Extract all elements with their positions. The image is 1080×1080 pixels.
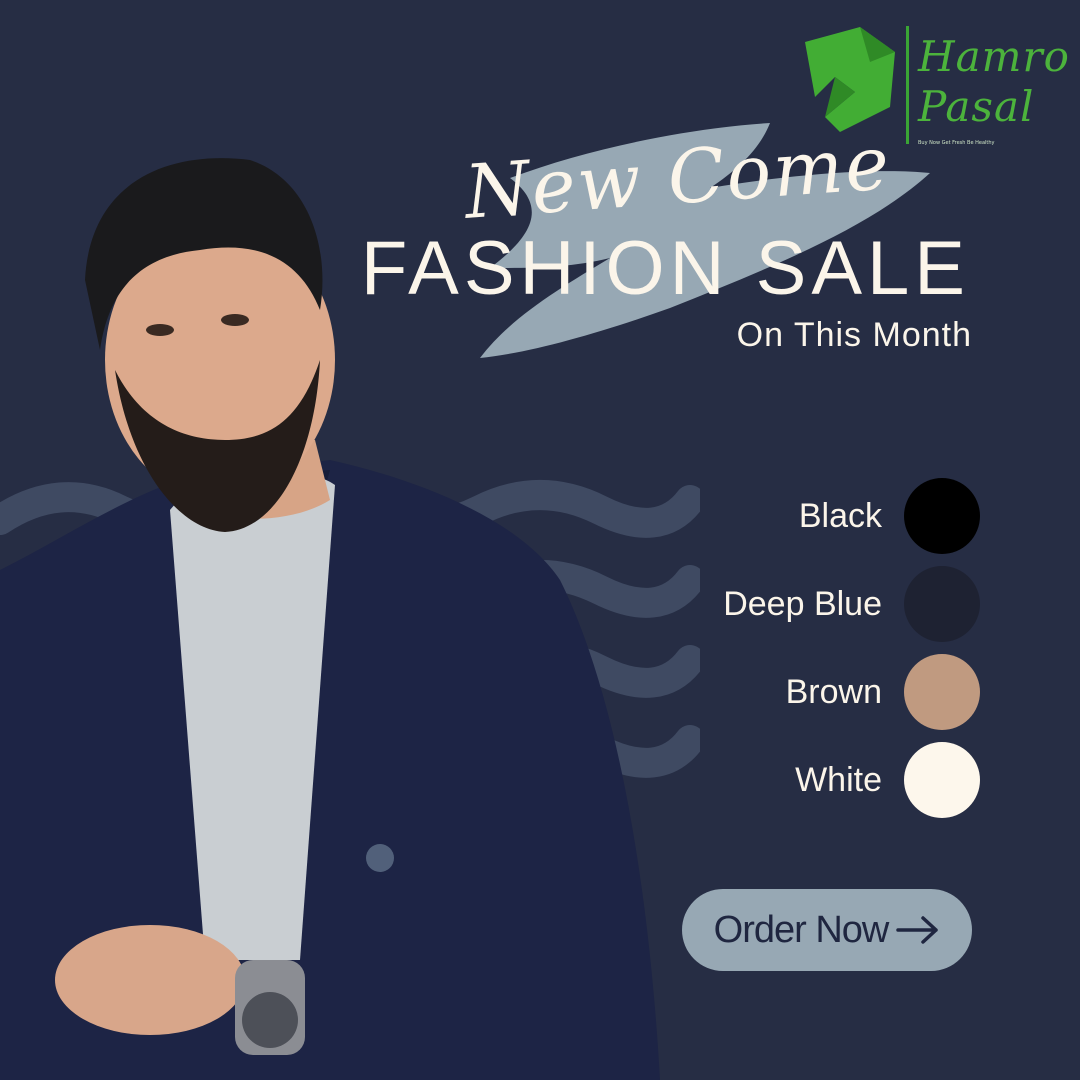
color-swatch [904,566,980,642]
subline: On This Month [736,316,972,354]
order-now-button[interactable]: Order Now [682,889,972,971]
order-now-label: Order Now [713,908,890,951]
headline: FASHION SALE [360,226,970,311]
color-label: White [795,760,882,799]
color-label: Deep Blue [723,584,882,623]
color-option-brown: Brown [640,654,980,730]
arrow-right-icon [896,916,939,944]
color-swatch [904,654,980,730]
color-swatch [904,478,980,554]
color-label: Brown [785,672,882,711]
logo-name-line1: Hamro [918,32,1070,81]
color-swatch [904,742,980,818]
color-option-deep-blue: Deep Blue [640,566,980,642]
promo-poster: Hamro Pasal Buy Now Get Fresh Be Healthy… [0,0,1080,1080]
color-label: Black [798,496,882,535]
color-option-white: White [640,742,980,818]
color-option-black: Black [640,478,980,554]
